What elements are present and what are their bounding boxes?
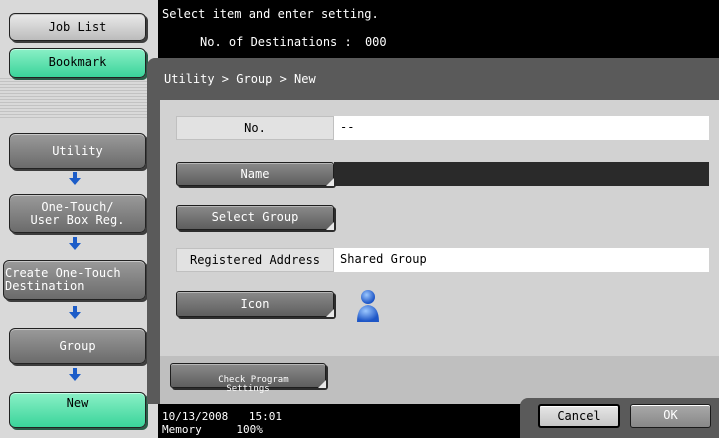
down-arrow-icon: [69, 172, 81, 185]
destinations-label: No. of Destinations :: [200, 35, 352, 49]
date-value: 10/13/2008: [162, 410, 229, 423]
ok-button[interactable]: OK: [630, 404, 711, 428]
utility-button[interactable]: Utility: [9, 133, 146, 169]
one-touch-button[interactable]: One-Touch/ User Box Reg.: [9, 194, 146, 233]
destinations-value: 000: [364, 35, 387, 49]
memory-status: Memory 100%: [162, 424, 263, 435]
icon-button[interactable]: Icon: [176, 291, 334, 317]
new-button[interactable]: New: [9, 392, 146, 428]
cancel-button[interactable]: Cancel: [538, 404, 620, 428]
datetime: 10/13/2008 15:01: [162, 411, 282, 422]
time-value: 15:01: [248, 410, 282, 423]
destination-count: No. of Destinations : 000: [200, 35, 387, 49]
one-touch-label: One-Touch/ User Box Reg.: [30, 199, 125, 227]
job-list-label: Job List: [48, 19, 107, 34]
select-group-label: Select Group: [211, 210, 299, 224]
name-field[interactable]: [334, 162, 709, 186]
no-value: --: [334, 116, 709, 140]
cancel-label: Cancel: [557, 409, 601, 423]
utility-label: Utility: [52, 143, 103, 158]
registered-address-label: Registered Address: [176, 248, 334, 272]
memory-value: 100%: [236, 423, 263, 436]
down-arrow-icon: [69, 306, 81, 319]
icon-button-label: Icon: [240, 297, 270, 311]
job-list-button[interactable]: Job List: [9, 13, 146, 41]
create-one-touch-destination-button[interactable]: Create One-Touch Destination: [3, 260, 146, 300]
panel-divider: [0, 78, 158, 118]
ok-label: OK: [663, 408, 678, 422]
down-arrow-icon: [69, 368, 81, 381]
name-button-label: Name: [240, 167, 270, 181]
memory-label: Memory: [162, 423, 202, 436]
breadcrumb: Utility > Group > New: [164, 72, 316, 86]
registered-address-value: Shared Group: [334, 248, 709, 272]
name-button[interactable]: Name: [176, 162, 334, 186]
group-button[interactable]: Group: [9, 328, 146, 364]
create-destination-label: Create One-Touch Destination: [5, 266, 121, 293]
select-group-button[interactable]: Select Group: [176, 205, 334, 230]
group-label: Group: [59, 338, 96, 353]
no-label: No.: [176, 116, 334, 140]
bookmark-button[interactable]: Bookmark: [9, 48, 146, 78]
bookmark-label: Bookmark: [48, 55, 107, 69]
check-program-settings-button[interactable]: Check Program Settings: [170, 363, 326, 394]
instruction-message: Select item and enter setting.: [162, 7, 379, 21]
down-arrow-icon: [69, 237, 81, 250]
person-icon: [357, 290, 379, 322]
new-label: New: [66, 396, 89, 410]
